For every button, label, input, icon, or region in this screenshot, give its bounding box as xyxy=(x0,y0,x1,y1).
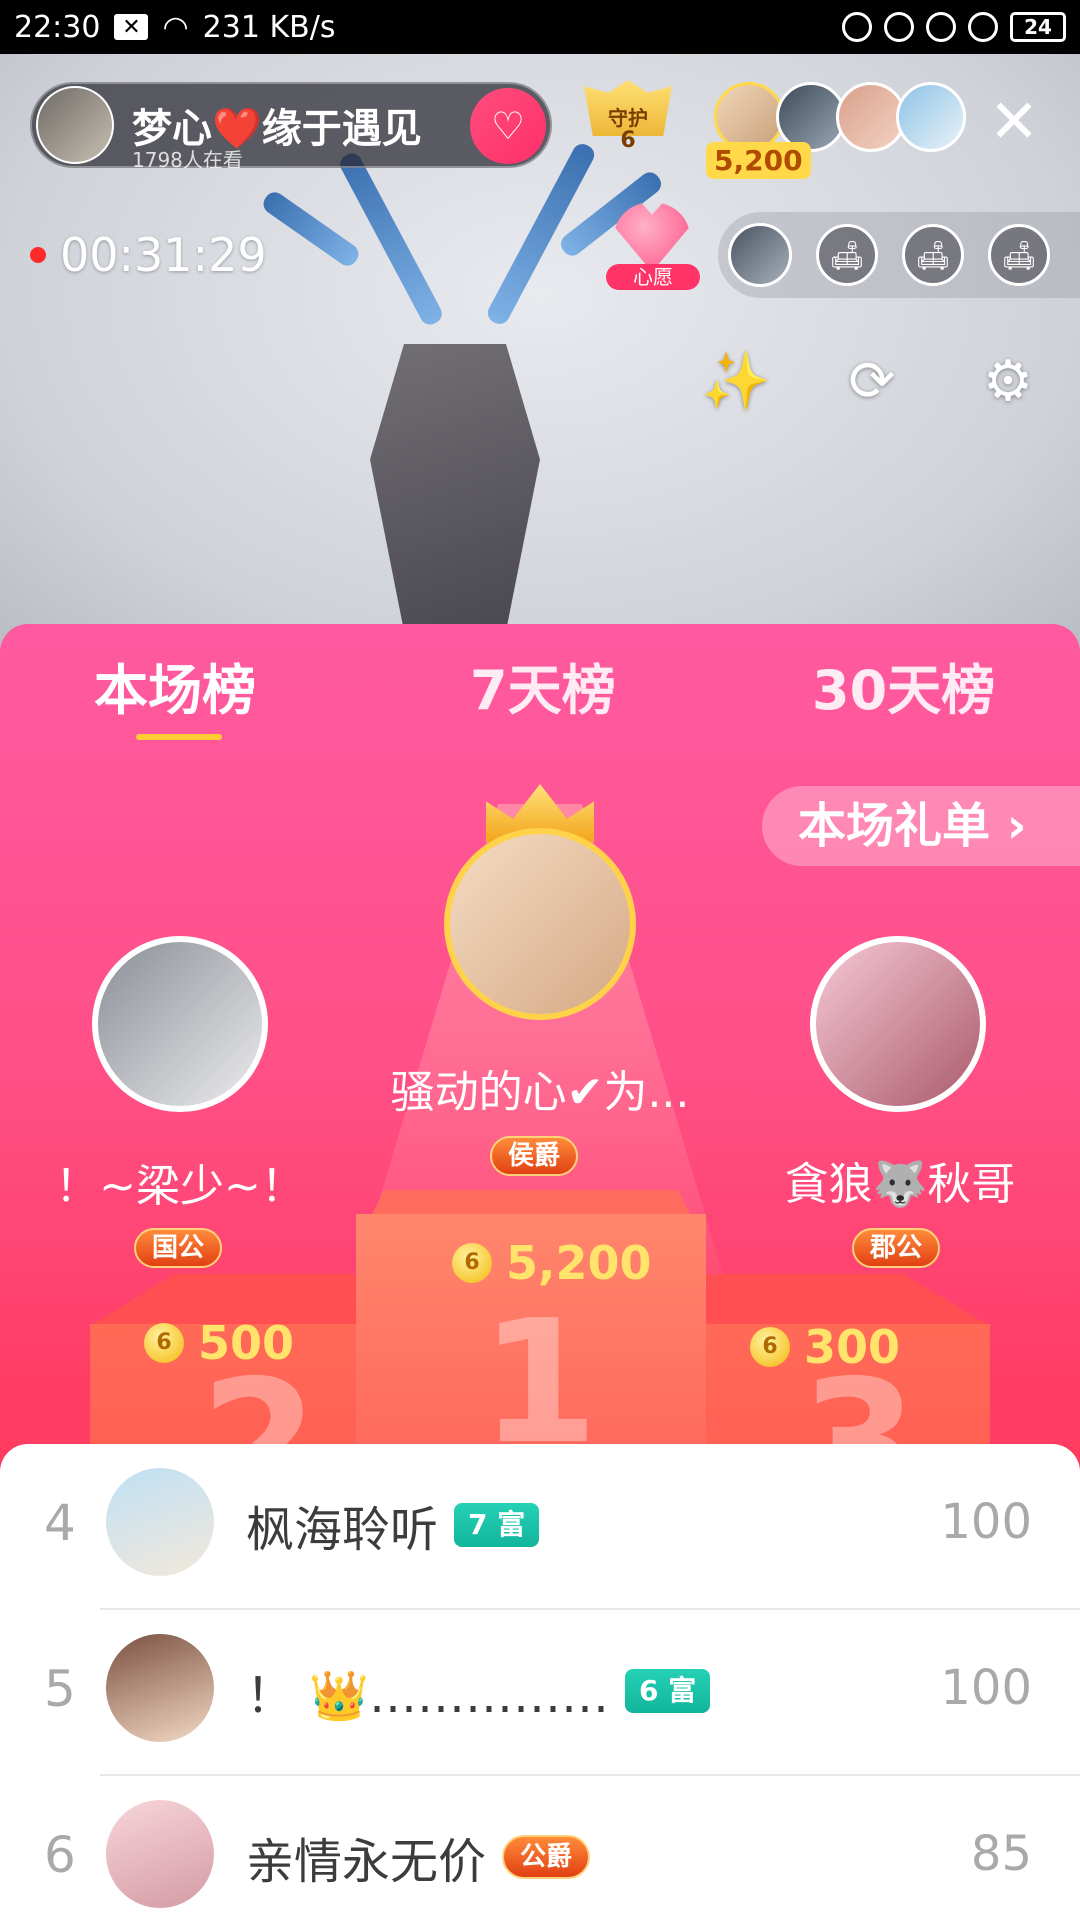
list-score: 100 xyxy=(940,1494,1032,1550)
list-avatar[interactable] xyxy=(106,1634,214,1742)
wish-label: 心愿 xyxy=(606,264,700,290)
live-timer: 00:31:29 xyxy=(30,228,267,282)
headphones-icon xyxy=(968,12,998,42)
sofa-seat-icon[interactable]: 🛋 xyxy=(902,224,964,286)
live-timer-text: 00:31:29 xyxy=(60,228,267,282)
list-name: 亲情永无价 公爵 xyxy=(246,1822,591,1892)
tab-this-session[interactable]: 本场榜 xyxy=(94,646,256,725)
list-score: 85 xyxy=(970,1826,1032,1882)
close-button[interactable]: ✕ xyxy=(986,92,1042,152)
rank-2-name[interactable]: ！~梁少~！ xyxy=(40,1150,320,1214)
heart-icon xyxy=(614,202,690,272)
status-time: 22:30 xyxy=(14,9,101,45)
status-bar: 22:30 ✕ ◠ 231 KB/s 24 xyxy=(0,0,1080,54)
list-rank: 6 xyxy=(44,1826,76,1884)
rank-2-score: 6 500 xyxy=(144,1316,294,1370)
wealth-badge: 7 富 xyxy=(454,1503,540,1547)
recording-dot xyxy=(30,247,46,263)
seat-user-avatar[interactable] xyxy=(728,223,792,287)
coin-icon: 6 xyxy=(452,1243,492,1283)
list-name-text: 枫海聆听 xyxy=(246,1502,439,1558)
bell-off-icon xyxy=(842,12,872,42)
list-rank: 5 xyxy=(44,1660,76,1718)
list-name-text: 亲情永无价 xyxy=(246,1834,487,1890)
coin-icon: 6 xyxy=(750,1327,790,1367)
rank-3-score-value: 300 xyxy=(804,1320,901,1374)
podium-right-top xyxy=(700,1274,990,1326)
wifi-icon: ◠ xyxy=(162,9,189,45)
battery-indicator: 24 xyxy=(1010,12,1066,42)
noble-badge: 公爵 xyxy=(502,1835,591,1879)
mic-seat-strip: 🛋 🛋 🛋 xyxy=(718,212,1080,298)
rank-1-avatar[interactable] xyxy=(444,828,636,1020)
rank-2-noble-badge: 国公 xyxy=(134,1228,223,1268)
list-name: 枫海聆听 7 富 xyxy=(246,1490,540,1560)
wealth-badge: 6 富 xyxy=(625,1669,711,1713)
host-info-pill[interactable]: 梦心❤️缘于遇见 1798人在看 ♡ xyxy=(30,82,552,168)
tab-30-days[interactable]: 30天榜 xyxy=(812,646,995,725)
rank-3-score: 6 300 xyxy=(750,1320,900,1374)
list-item[interactable]: 5 ！ 👑…………… 6 富 100 xyxy=(0,1610,1080,1776)
rank-3-name[interactable]: 貪狼🐺秋哥 xyxy=(760,1148,1040,1212)
guard-count: 6 xyxy=(620,128,636,153)
rank-1-score: 6 5,200 xyxy=(452,1236,652,1290)
magic-wand-icon[interactable]: ✨ xyxy=(700,346,772,418)
viewer-avatar[interactable] xyxy=(896,82,966,152)
rank-2-avatar[interactable] xyxy=(92,936,268,1112)
list-name: ！ 👑…………… 6 富 xyxy=(246,1656,711,1726)
rank-1-noble-badge: 侯爵 xyxy=(490,1136,579,1176)
wish-heart-button[interactable]: 心愿 xyxy=(606,202,700,292)
sofa-seat-icon[interactable]: 🛋 xyxy=(816,224,878,286)
list-avatar[interactable] xyxy=(106,1800,214,1908)
alarm-icon xyxy=(926,12,956,42)
gear-icon[interactable]: ⚙ xyxy=(972,346,1044,418)
deer-head-decoration xyxy=(370,344,540,654)
list-score: 100 xyxy=(940,1660,1032,1716)
sofa-seat-icon[interactable]: 🛋 xyxy=(988,224,1050,286)
follow-heart-button[interactable]: ♡ xyxy=(470,88,546,164)
list-item[interactable]: 4 枫海聆听 7 富 100 xyxy=(0,1444,1080,1610)
lock-rotation-icon xyxy=(884,12,914,42)
viewer-count: 1798人在看 xyxy=(132,148,243,168)
rank-1-score-value: 5,200 xyxy=(506,1236,652,1290)
host-avatar[interactable] xyxy=(36,86,114,164)
list-name-text: ！ 👑…………… xyxy=(246,1668,610,1724)
guard-label: 守护 xyxy=(608,106,648,130)
rank-3-avatar[interactable] xyxy=(810,936,986,1112)
tab-7-days[interactable]: 7天榜 xyxy=(470,646,616,725)
active-tab-indicator xyxy=(136,734,222,740)
ranking-tabs: 本场榜 7天榜 30天榜 xyxy=(0,646,1080,726)
network-speed: 231 KB/s xyxy=(202,9,336,45)
guard-badge[interactable]: 守护 6 xyxy=(584,80,672,170)
top-viewer-score: 5,200 xyxy=(706,142,811,179)
list-avatar[interactable] xyxy=(106,1468,214,1576)
ranking-list: 4 枫海聆听 7 富 100 5 ！ 👑…………… 6 富 100 6 亲情永无… xyxy=(0,1444,1080,1920)
list-item[interactable]: 6 亲情永无价 公爵 85 xyxy=(0,1776,1080,1920)
camera-flip-icon[interactable]: ⟳ xyxy=(836,346,908,418)
rank-1-name[interactable]: 骚动的心✔为... xyxy=(360,1056,720,1120)
list-rank: 4 xyxy=(44,1494,76,1552)
gift-list-button[interactable]: 本场礼单 › xyxy=(762,786,1080,866)
notification-x-icon: ✕ xyxy=(114,14,149,40)
rank-3-noble-badge: 郡公 xyxy=(852,1228,941,1268)
rank-2-score-value: 500 xyxy=(198,1316,295,1370)
coin-icon: 6 xyxy=(144,1323,184,1363)
